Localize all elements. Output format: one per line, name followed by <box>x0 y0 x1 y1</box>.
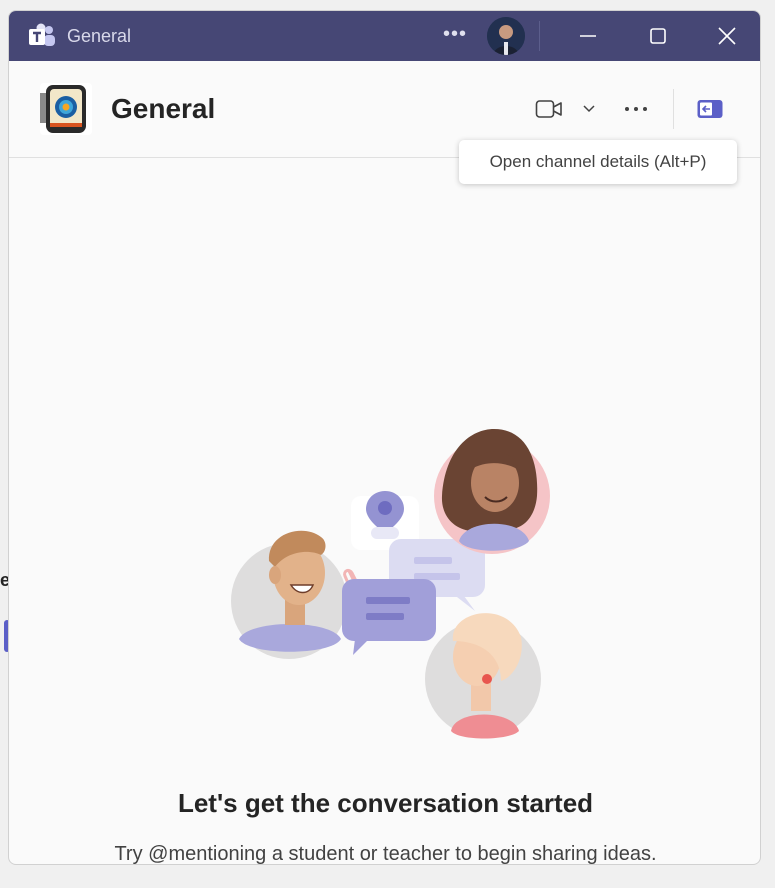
close-button[interactable] <box>712 21 742 51</box>
more-horizontal-icon <box>625 107 647 111</box>
minimize-button[interactable] <box>573 21 603 51</box>
video-camera-icon <box>535 100 562 118</box>
maximize-icon <box>650 28 666 44</box>
channel-avatar[interactable] <box>40 83 92 135</box>
title-bar[interactable]: General ••• <box>9 11 760 61</box>
chevron-down-icon <box>583 105 595 113</box>
channel-details-button[interactable] <box>695 95 725 123</box>
empty-state-title: Let's get the conversation started <box>177 788 594 818</box>
empty-state-subtitle: Try @mentioning a student or teacher to … <box>114 843 657 865</box>
maximize-button[interactable] <box>643 21 673 51</box>
titlebar-divider <box>539 21 540 51</box>
conversation-illustration <box>231 429 550 739</box>
channel-details-panel-icon <box>697 100 723 118</box>
header-divider <box>673 89 674 129</box>
teams-window: General ••• General Open channel details… <box>8 10 761 865</box>
window-title: General <box>67 25 132 46</box>
minimize-icon <box>580 35 596 37</box>
channel-title: General <box>111 93 216 124</box>
avatar[interactable] <box>487 17 525 55</box>
video-call-button[interactable] <box>533 95 565 123</box>
tooltip: Open channel details (Alt+P) <box>459 140 737 184</box>
more-horizontal-icon[interactable]: ••• <box>443 23 467 46</box>
microsoft-teams-icon <box>29 23 55 46</box>
close-icon <box>718 27 736 45</box>
call-options-dropdown[interactable] <box>581 99 597 119</box>
more-options-button[interactable] <box>621 95 651 123</box>
